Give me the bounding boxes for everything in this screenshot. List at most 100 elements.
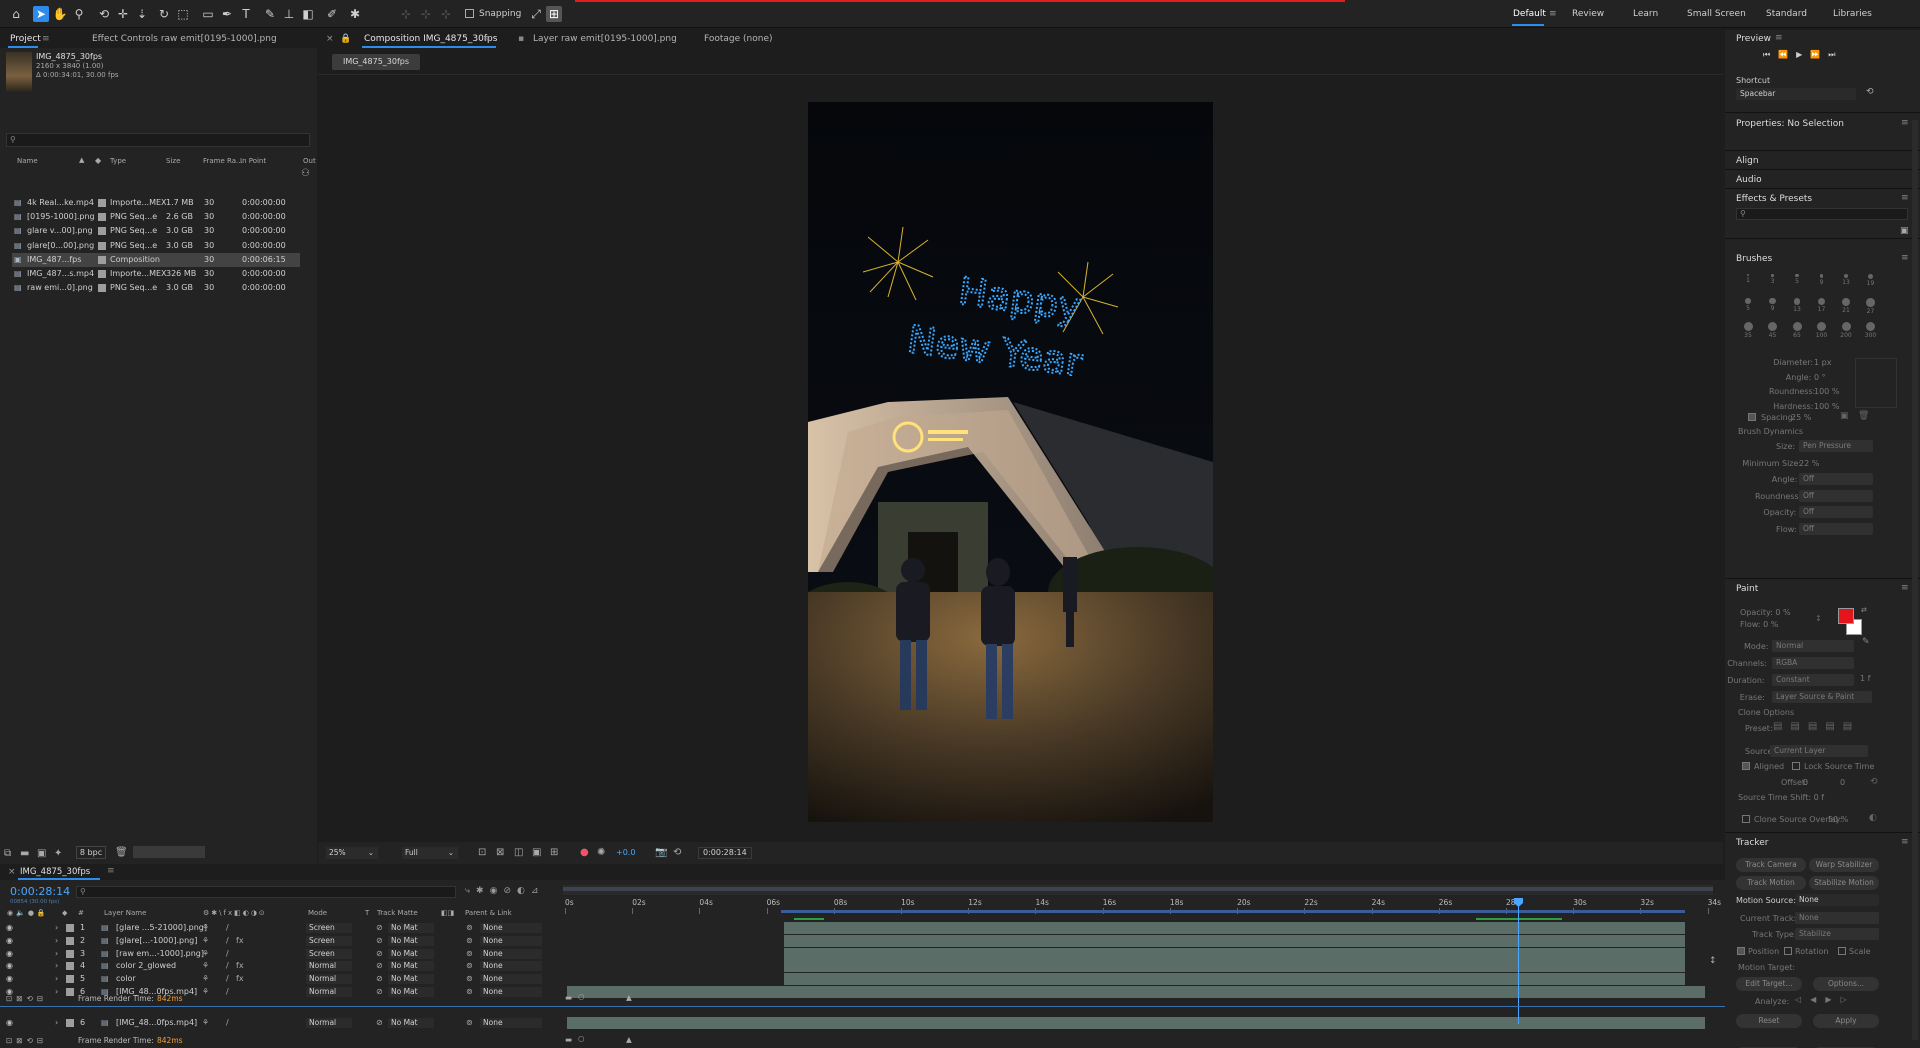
- work-area-range[interactable]: [563, 887, 1713, 891]
- timeline-menu-icon[interactable]: ≡: [107, 866, 115, 876]
- label-color-swatch[interactable]: [98, 284, 106, 293]
- analyze-backward-icon[interactable]: ◀: [1810, 995, 1825, 1004]
- zoom-out-icon[interactable]: ▬: [565, 1035, 572, 1044]
- brush-tip-grid[interactable]: 1 3 5 9 13 19 5 9 13 17 21 27 35 45 65 100 200 300: [1737, 274, 1897, 344]
- effects-menu-icon[interactable]: ≡: [1901, 193, 1909, 203]
- foreground-color-swatch[interactable]: [1838, 608, 1854, 624]
- layer-row[interactable]: ◉ › 5 ▤ color ⚘ / fx Normal ⊘ No Mat ⊚ None: [0, 973, 560, 985]
- zoom-slider-handle[interactable]: ○: [578, 1034, 585, 1043]
- aligned-checkbox[interactable]: [1742, 762, 1750, 770]
- hand-tool-icon[interactable]: ✋: [52, 6, 68, 22]
- warp-stabilizer-button[interactable]: Warp Stabilizer: [1809, 858, 1879, 872]
- project-tab-menu-icon[interactable]: ≡: [42, 34, 50, 44]
- shy-switch-icon[interactable]: ⚘: [202, 922, 209, 934]
- new-folder-icon[interactable]: ▬: [20, 848, 29, 859]
- reset-button[interactable]: Reset: [1736, 1014, 1802, 1028]
- roto-brush-tool-icon[interactable]: ✐: [324, 6, 340, 22]
- label-color-swatch[interactable]: [66, 949, 74, 958]
- dynamics-value[interactable]: 22 %: [1799, 459, 1819, 468]
- timeline-nav-icon[interactable]: ↕: [1709, 956, 1717, 966]
- spacing-value[interactable]: 25 %: [1791, 413, 1811, 422]
- brush-tip[interactable]: 100: [1811, 322, 1833, 344]
- expand-chevron-icon[interactable]: ›: [55, 973, 58, 985]
- workspace-standard[interactable]: Standard: [1766, 9, 1807, 19]
- col-in-point[interactable]: In Point: [240, 157, 266, 165]
- workspace-menu-icon[interactable]: ≡: [1549, 9, 1557, 19]
- label-color-swatch[interactable]: [98, 241, 106, 250]
- scale-checkbox[interactable]: [1838, 947, 1846, 955]
- dynamics-dropdown[interactable]: Pen Pressure: [1799, 440, 1873, 452]
- color-management-icon[interactable]: ✺: [597, 847, 605, 858]
- workspace-default[interactable]: Default: [1513, 9, 1546, 19]
- label-color-swatch[interactable]: [98, 255, 106, 264]
- layer-duration-bar[interactable]: [784, 973, 1685, 986]
- visibility-eye-icon[interactable]: ◉: [6, 1017, 13, 1029]
- bit-depth-button[interactable]: 8 bpc: [76, 846, 106, 859]
- visibility-eye-icon[interactable]: ◉: [6, 948, 13, 960]
- analyze-back-one-icon[interactable]: ◁: [1795, 995, 1810, 1004]
- project-search-input[interactable]: ⚲: [6, 133, 310, 147]
- blend-mode-dropdown[interactable]: Normal: [306, 1018, 352, 1028]
- pick-whip-icon[interactable]: ⊚: [466, 973, 473, 985]
- project-item-row[interactable]: ▣ IMG_487...fps Composition 30 0:00:06:15: [12, 252, 300, 267]
- parent-dropdown[interactable]: None: [480, 923, 542, 933]
- eyedropper-icon[interactable]: ✎: [1862, 637, 1870, 647]
- paint-opacity[interactable]: Opacity: 0 %: [1740, 608, 1791, 617]
- label-color-swatch[interactable]: [98, 227, 106, 236]
- parent-dropdown[interactable]: None: [480, 961, 542, 972]
- motion-source-dropdown[interactable]: None: [1795, 894, 1879, 906]
- align-panel-title[interactable]: Align: [1736, 156, 1759, 166]
- zoom-in-icon[interactable]: ▲: [626, 1035, 632, 1044]
- brush-tip[interactable]: 13: [1835, 274, 1857, 296]
- track-matte-dropdown[interactable]: No Mat: [388, 974, 434, 985]
- pick-whip-icon[interactable]: ⊚: [466, 960, 473, 972]
- layer-row[interactable]: ◉ › 1 ▤ [glare ...5-21000].png] ⚘ / Screen ⊘ No M…: [0, 922, 560, 934]
- dynamics-dropdown[interactable]: Off: [1799, 522, 1873, 535]
- footer-toggles-icon[interactable]: ⊡⊠⟲⊟: [6, 994, 47, 1003]
- color-channel-icon[interactable]: ●: [580, 847, 589, 858]
- brush-tip[interactable]: 9: [1811, 274, 1833, 296]
- dynamics-dropdown[interactable]: Off: [1799, 506, 1873, 518]
- blend-mode-dropdown[interactable]: Normal: [306, 961, 352, 972]
- layer-duration-bar[interactable]: [784, 947, 1685, 960]
- pick-whip-icon[interactable]: ⊚: [466, 935, 473, 947]
- delete-brush-icon[interactable]: 🗑: [1858, 411, 1869, 421]
- label-color-swatch[interactable]: [66, 924, 74, 932]
- paint-option-dropdown[interactable]: Normal: [1772, 640, 1854, 652]
- brush-prop-value[interactable]: 100 %: [1814, 387, 1839, 396]
- quality-switch-icon[interactable]: /: [226, 922, 229, 934]
- brush-tip[interactable]: 300: [1860, 322, 1882, 344]
- axis-view-icon[interactable]: ⊹: [438, 6, 454, 22]
- rotation-checkbox[interactable]: [1784, 947, 1792, 955]
- track-motion-button[interactable]: Track Motion: [1736, 876, 1806, 890]
- layer-name[interactable]: color: [116, 973, 136, 985]
- lock-source-time-checkbox[interactable]: [1792, 762, 1800, 770]
- workspace-small-screen[interactable]: Small Screen: [1687, 9, 1746, 19]
- layer-row[interactable]: ◉ › 2 ▤ [glare[...-1000].png] ⚘ / fx Screen ⊘ No M…: [0, 935, 560, 947]
- close-tab-icon[interactable]: ×: [326, 34, 334, 44]
- new-composition-icon[interactable]: ▣: [37, 848, 46, 859]
- lock-icon[interactable]: 🔒: [340, 34, 351, 44]
- expand-chevron-icon[interactable]: ›: [55, 960, 58, 972]
- viewer-tab-menu-icon[interactable]: ≡: [483, 34, 491, 44]
- col-mode[interactable]: Mode: [308, 909, 327, 917]
- timeline-search-input[interactable]: ⚲: [76, 886, 456, 898]
- timeline-tab[interactable]: IMG_4875_30fps: [20, 867, 90, 877]
- rotate-tool-icon[interactable]: ↻: [156, 6, 172, 22]
- project-item-row[interactable]: ▤ 4k Real...ke.mp4 Importe...MEX 1.7 MB 30 0:…: [12, 196, 300, 210]
- paint-option-dropdown[interactable]: Layer Source & Paint: [1772, 691, 1872, 703]
- track-type-dropdown[interactable]: Stabilize: [1795, 928, 1879, 940]
- brush-prop-value[interactable]: 1 px: [1814, 358, 1831, 367]
- interpret-footage-icon[interactable]: ⧉: [4, 848, 11, 859]
- label-color-swatch[interactable]: [98, 199, 106, 207]
- show-snapshot-icon[interactable]: ⟲: [673, 847, 681, 858]
- layer-duration-bar[interactable]: [567, 1017, 1705, 1029]
- brush-tip[interactable]: 9: [1762, 298, 1784, 320]
- tab-layer[interactable]: Layer raw emit[0195-1000].png: [533, 34, 677, 44]
- fast-preview-icon[interactable]: ⊡: [478, 847, 486, 858]
- source-time-shift[interactable]: Source Time Shift: 0 f: [1738, 793, 1824, 802]
- clone-presets[interactable]: ▤▤▤▤▤: [1773, 721, 1873, 735]
- snapshot-icon[interactable]: 📷: [655, 847, 667, 858]
- project-item-row[interactable]: ▤ raw emi...0].png PNG Seq...e 3.0 GB 30 0:00…: [12, 281, 300, 295]
- layer-duration-bar[interactable]: [784, 960, 1685, 973]
